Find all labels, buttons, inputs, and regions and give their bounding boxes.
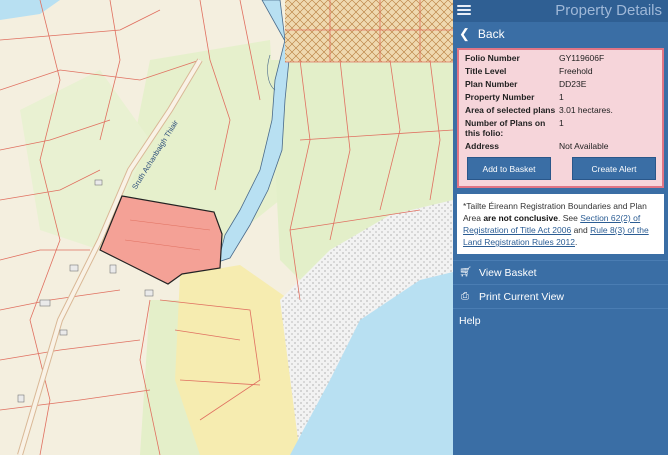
- disclaimer-notice: *Tailte Éireann Registration Boundaries …: [457, 194, 664, 254]
- detail-key: Area of selected plans: [465, 105, 556, 115]
- chevron-left-icon: ❮: [459, 26, 470, 41]
- map-view[interactable]: Sruth Achanbaigh Thiair: [0, 0, 453, 455]
- notice-bold: are not conclusive: [483, 213, 558, 223]
- detail-key: Title Level: [465, 66, 507, 76]
- detail-value: Freehold: [559, 66, 593, 76]
- print-view-item[interactable]: ⎙ Print Current View: [453, 284, 668, 308]
- detail-key: Number of Plans on this folio:: [465, 118, 546, 138]
- panel-header: Property Details: [453, 0, 668, 22]
- detail-value: Not Available: [559, 141, 609, 151]
- detail-row: Number of Plans on this folio: 1: [465, 118, 658, 138]
- hamburger-menu-icon[interactable]: [457, 3, 471, 17]
- add-to-basket-button[interactable]: Add to Basket: [467, 157, 551, 180]
- back-button[interactable]: ❮ Back: [453, 22, 668, 46]
- panel-menu: 🛒︎ View Basket ⎙ Print Current View Help: [453, 260, 668, 332]
- help-item[interactable]: Help: [453, 308, 668, 332]
- help-label: Help: [459, 314, 481, 327]
- panel-title: Property Details: [555, 2, 662, 19]
- view-basket-label: View Basket: [479, 266, 537, 279]
- cart-icon: 🛒︎: [459, 267, 472, 278]
- detail-row: Area of selected plans 3.01 hectares.: [465, 105, 658, 115]
- detail-key: Folio Number: [465, 53, 520, 63]
- property-details-card: Folio Number GY119606F Title Level Freeh…: [457, 48, 664, 188]
- detail-value: 3.01 hectares.: [559, 105, 613, 115]
- action-buttons: Add to Basket Create Alert: [465, 157, 658, 180]
- detail-row: Plan Number DD23E: [465, 79, 658, 89]
- create-alert-button[interactable]: Create Alert: [572, 157, 656, 180]
- detail-row: Property Number 1: [465, 92, 658, 102]
- property-panel: Property Details ❮ Back Folio Number GY1…: [453, 0, 668, 455]
- detail-key: Property Number: [465, 92, 535, 102]
- notice-text: .: [575, 237, 578, 247]
- detail-key: Address: [465, 141, 500, 151]
- detail-value: DD23E: [559, 79, 587, 89]
- notice-text: and: [571, 225, 591, 235]
- detail-key: Plan Number: [465, 79, 518, 89]
- detail-value: 1: [559, 92, 564, 102]
- detail-row: Address Not Available: [465, 141, 658, 151]
- back-label: Back: [477, 27, 505, 41]
- print-view-label: Print Current View: [479, 290, 565, 303]
- detail-value: 1: [559, 118, 564, 128]
- detail-value: GY119606F: [559, 53, 605, 63]
- notice-text: . See: [557, 213, 581, 223]
- printer-icon: ⎙: [461, 291, 469, 302]
- detail-row: Folio Number GY119606F: [465, 53, 658, 63]
- detail-row: Title Level Freehold: [465, 66, 658, 76]
- view-basket-item[interactable]: 🛒︎ View Basket: [453, 260, 668, 284]
